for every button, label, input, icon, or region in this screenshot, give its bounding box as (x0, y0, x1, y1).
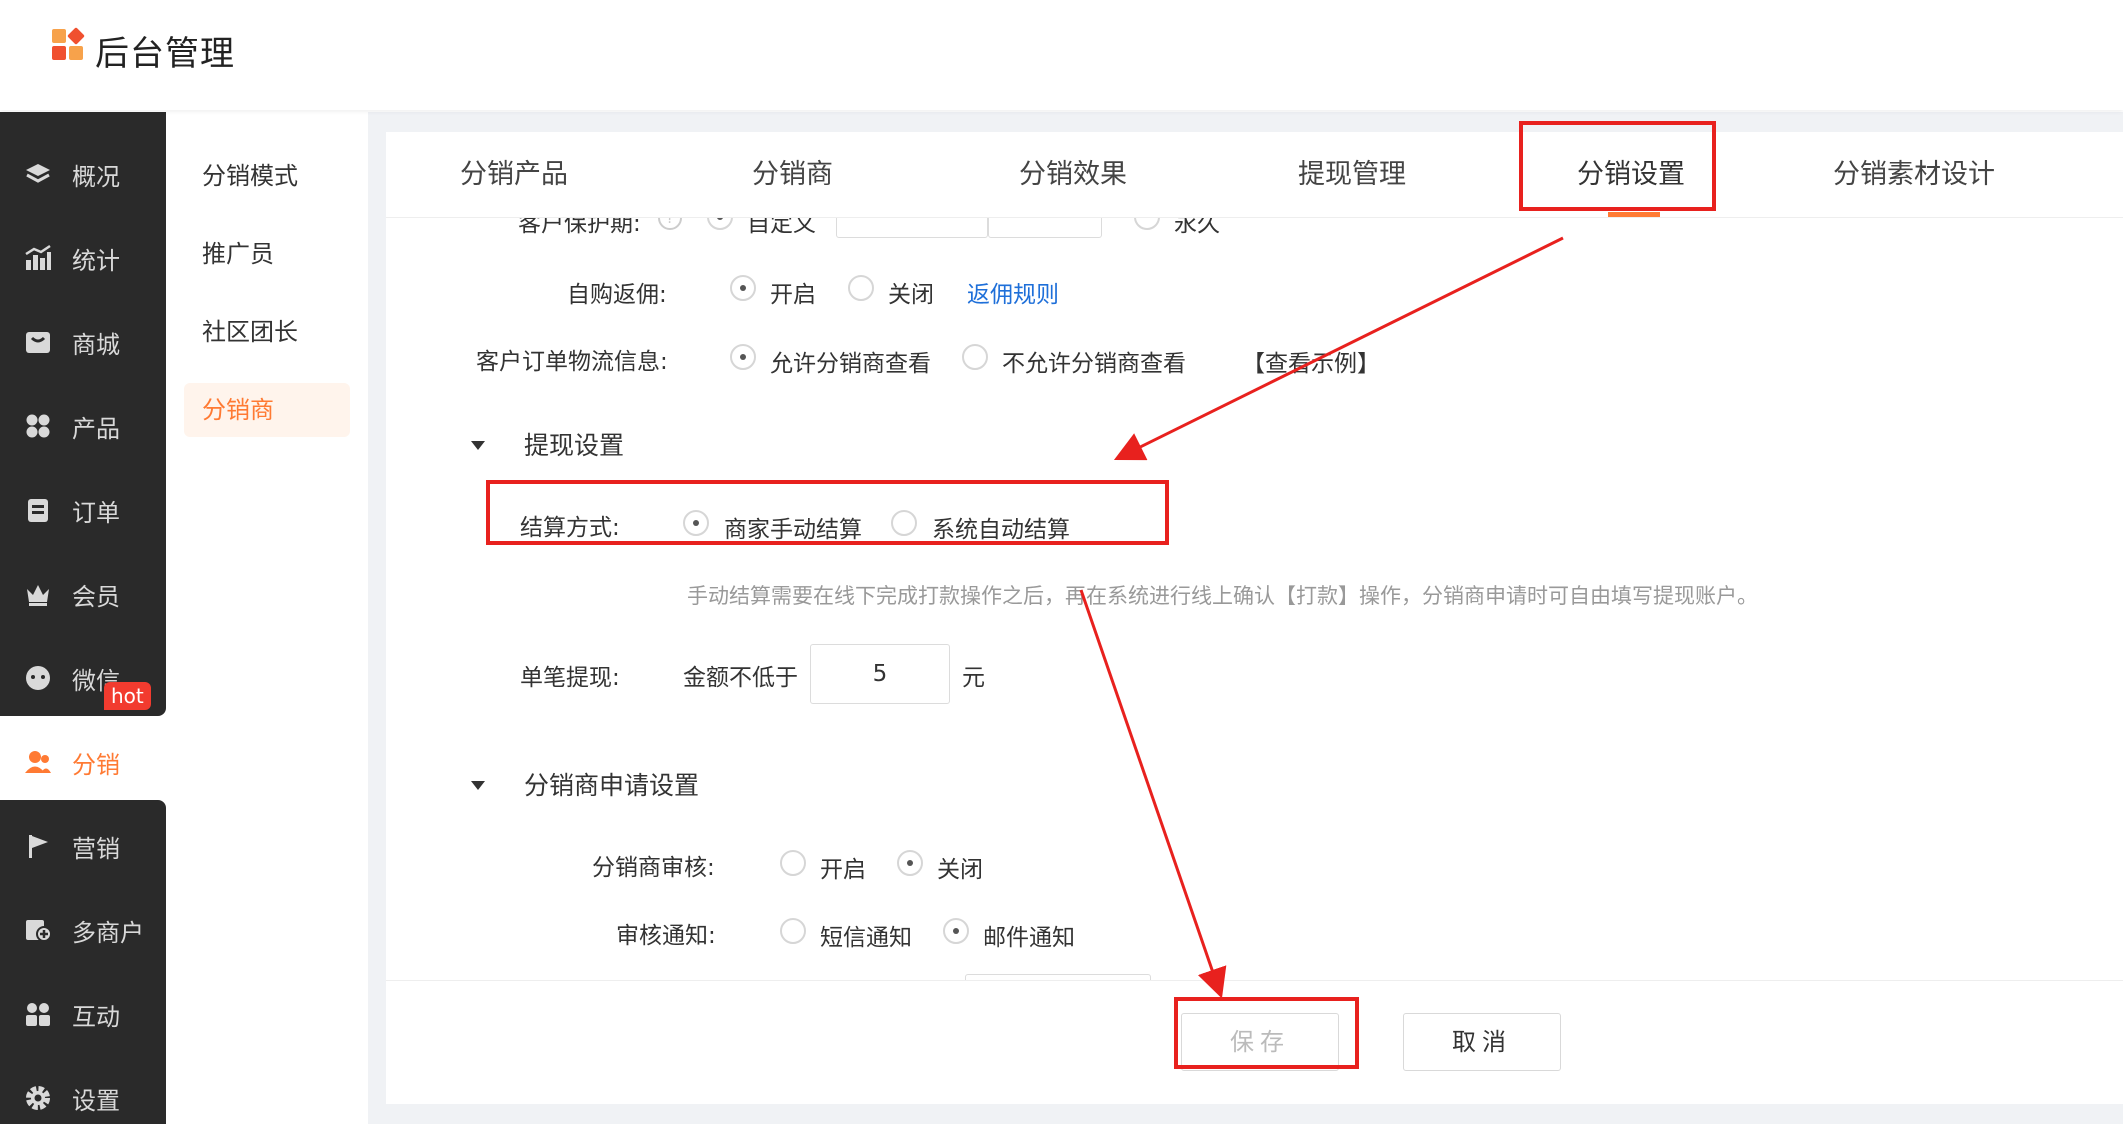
sidebar-item-marketing[interactable]: 营销 (0, 816, 166, 876)
view-example-link[interactable]: 【查看示例】 (1242, 344, 1380, 378)
settle-manual-radio[interactable] (683, 510, 709, 536)
store-plus-icon (24, 916, 52, 944)
logistics-allow-label: 允许分销商查看 (770, 351, 931, 377)
audit-on-label: 开启 (820, 857, 866, 883)
crown-icon (24, 580, 52, 608)
sidebar-item-distribution[interactable]: 分销 (0, 732, 166, 792)
min-amount-input[interactable]: 5 (810, 644, 950, 704)
top-bar: 后台管理 (0, 0, 2123, 110)
settle-auto-radio[interactable] (891, 510, 917, 536)
protect-days-input[interactable]: 15 (836, 218, 988, 238)
submenu-item-community-leader[interactable]: 社区团长 (184, 305, 350, 359)
protect-period-label: 客户保护期: (518, 218, 641, 237)
notify-email-label: 邮件通知 (983, 925, 1075, 951)
tab-withdraw-management[interactable]: 提现管理 (1298, 132, 1406, 218)
protect-custom-label: 自定义 (747, 218, 816, 237)
sidebar-item-members[interactable]: 会员 (0, 564, 166, 624)
notify-sms-radio[interactable] (780, 918, 806, 944)
logistics-deny-radio[interactable] (962, 344, 988, 370)
save-button[interactable]: 保存 (1181, 1013, 1339, 1071)
audit-on-radio[interactable] (780, 850, 806, 876)
apply-section-toggle[interactable] (471, 781, 485, 790)
settings-panel: 分销产品 分销商 分销效果 提现管理 分销设置 分销素材设计 客户保护期: ? … (386, 132, 2123, 1104)
sidebar-item-interaction[interactable]: 互动 (0, 984, 166, 1044)
settings-form: 客户保护期: ? 自定义 15 天 永久 自购返佣: 开启 关闭 返佣规则 客户… (386, 218, 2123, 1028)
people-icon (24, 1000, 52, 1028)
sidebar-item-overview[interactable]: 概况 (0, 144, 166, 204)
main-sidebar: 概况 统计 商城 产品 订单 会员 微信 分销 营销 多商户 互动 设置 (0, 112, 166, 1124)
active-tab-indicator (1608, 212, 1660, 217)
distributor-audit-label: 分销商审核: (592, 855, 715, 881)
shop-icon (24, 328, 52, 356)
protect-custom-radio[interactable] (707, 218, 733, 230)
chat-icon (24, 664, 52, 692)
protect-forever-radio[interactable] (1134, 218, 1160, 230)
tab-distribution-products[interactable]: 分销产品 (460, 132, 568, 218)
settle-hint: 手动结算需要在线下完成打款操作之后，再在系统进行线上确认【打款】操作，分销商申请… (687, 584, 1758, 608)
tab-bar: 分销产品 分销商 分销效果 提现管理 分销设置 分销素材设计 (386, 132, 2123, 218)
rebate-rules-link[interactable]: 返佣规则 (967, 275, 1059, 309)
logistics-deny-label: 不允许分销商查看 (1002, 351, 1186, 377)
app-logo-icon (52, 27, 86, 63)
tab-distribution-material[interactable]: 分销素材设计 (1833, 132, 1995, 218)
withdraw-section-toggle[interactable] (471, 441, 485, 450)
submenu-item-distributor[interactable]: 分销商 (184, 383, 350, 437)
sidebar-item-products[interactable]: 产品 (0, 396, 166, 456)
apply-section-title: 分销商申请设置 (524, 771, 700, 800)
audit-off-radio[interactable] (897, 850, 923, 876)
gear-icon (24, 1084, 52, 1112)
users-icon (24, 748, 52, 776)
self-purchase-label: 自购返佣: (567, 282, 667, 308)
flag-icon (24, 832, 52, 860)
self-purchase-off-radio[interactable] (848, 275, 874, 301)
settle-auto-label: 系统自动结算 (932, 517, 1070, 543)
help-icon[interactable]: ? (658, 218, 682, 230)
cancel-button[interactable]: 取消 (1403, 1013, 1561, 1071)
sidebar-item-orders[interactable]: 订单 (0, 480, 166, 540)
min-amount-label: 金额不低于 (683, 665, 798, 691)
submenu-item-distribution-mode[interactable]: 分销模式 (184, 149, 350, 203)
logistics-label: 客户订单物流信息: (476, 349, 668, 375)
self-purchase-on-radio[interactable] (730, 275, 756, 301)
tab-distribution-settings[interactable]: 分销设置 (1577, 132, 1685, 218)
sidebar-item-mall[interactable]: 商城 (0, 312, 166, 372)
notify-sms-label: 短信通知 (820, 925, 912, 951)
settle-manual-label: 商家手动结算 (724, 517, 862, 543)
tab-distributors[interactable]: 分销商 (752, 132, 833, 218)
audit-notify-label: 审核通知: (616, 923, 716, 949)
sidebar-item-multi-merchant[interactable]: 多商户 (0, 900, 166, 960)
settle-method-label: 结算方式: (520, 515, 620, 541)
self-purchase-on-label: 开启 (770, 282, 816, 308)
protect-unit-select[interactable]: 天 (988, 218, 1102, 238)
grid-icon (24, 412, 52, 440)
sub-menu: 分销模式 推广员 社区团长 分销商 (166, 112, 368, 1124)
currency-unit: 元 (962, 665, 985, 691)
withdraw-section-title: 提现设置 (524, 431, 625, 460)
tab-distribution-effect[interactable]: 分销效果 (1019, 132, 1127, 218)
chart-icon (24, 244, 52, 272)
layers-icon (24, 160, 52, 188)
sidebar-item-stats[interactable]: 统计 (0, 228, 166, 288)
hot-badge: hot (104, 682, 151, 710)
protect-forever-label: 永久 (1174, 218, 1220, 237)
audit-off-label: 关闭 (937, 857, 983, 883)
app-title: 后台管理 (95, 34, 235, 74)
sidebar-item-settings[interactable]: 设置 (0, 1068, 166, 1124)
order-icon (24, 496, 52, 524)
logistics-allow-radio[interactable] (730, 344, 756, 370)
single-withdraw-label: 单笔提现: (520, 665, 620, 691)
form-footer: 保存 取消 (386, 980, 2123, 1104)
submenu-item-promoter[interactable]: 推广员 (184, 227, 350, 281)
protect-unit-value: 天 (1007, 218, 1030, 237)
notify-email-radio[interactable] (943, 918, 969, 944)
self-purchase-off-label: 关闭 (888, 282, 934, 308)
